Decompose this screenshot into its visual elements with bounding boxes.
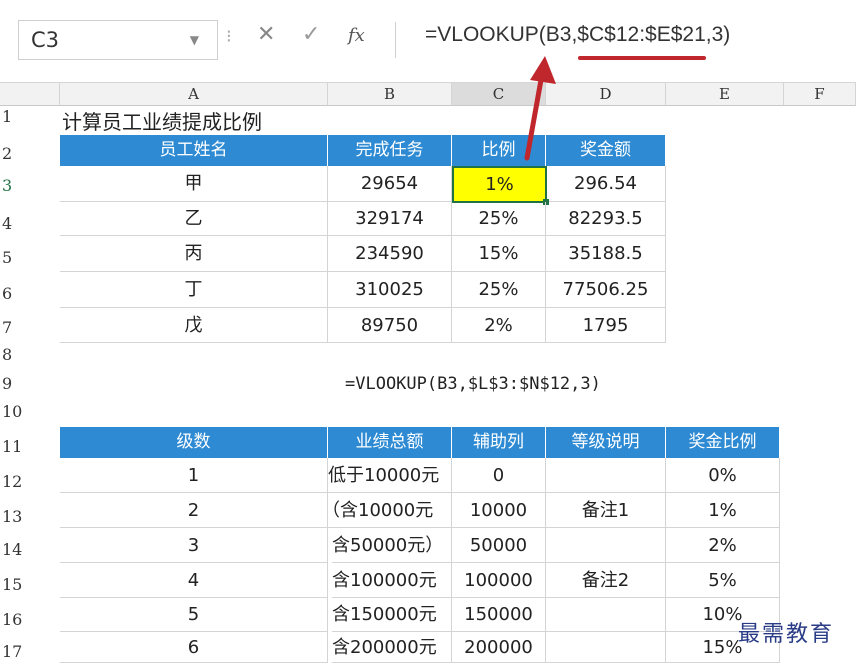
annotation-arrow-icon <box>524 56 556 161</box>
watermark: 最需教育 <box>738 622 835 647</box>
